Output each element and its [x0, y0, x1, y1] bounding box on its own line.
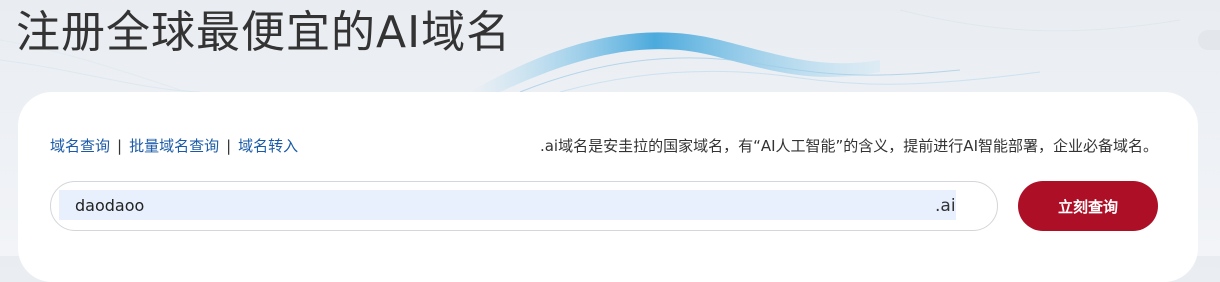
domain-search-input[interactable]	[59, 190, 956, 220]
search-now-button[interactable]: 立刻查询	[1018, 181, 1158, 231]
link-separator: |	[117, 137, 123, 155]
search-card: 域名查询 | 批量域名查询 | 域名转入 .ai域名是安圭拉的国家域名，有“AI人工智能…	[18, 92, 1198, 282]
link-separator: |	[226, 137, 232, 155]
link-domain-search[interactable]: 域名查询	[50, 137, 110, 155]
side-widget	[1198, 30, 1220, 50]
domain-search-box: .ai	[50, 181, 998, 231]
page-title: 注册全球最便宜的AI域名	[16, 7, 512, 58]
link-domain-transfer[interactable]: 域名转入	[238, 137, 298, 155]
domain-description: .ai域名是安圭拉的国家域名，有“AI人工智能”的含义，提前进行AI智能部署，企…	[539, 137, 1158, 155]
link-bulk-domain-search[interactable]: 批量域名查询	[129, 137, 219, 155]
domain-suffix: .ai	[935, 196, 956, 216]
search-mode-links: 域名查询 | 批量域名查询 | 域名转入	[50, 136, 298, 156]
